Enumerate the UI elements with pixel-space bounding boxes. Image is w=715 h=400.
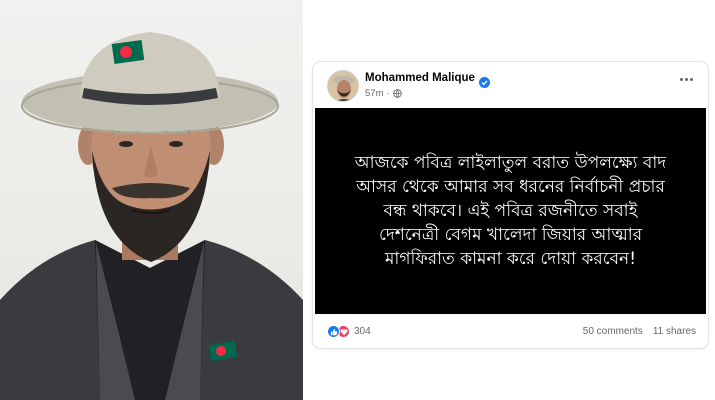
- post-text: আজকে পবিত্র লাইলাতুল বরাত উপলক্ষ্যে বাদ …: [341, 151, 681, 271]
- post-time[interactable]: 57m: [365, 88, 383, 99]
- post-text-card: আজকে পবিত্র লাইলাতুল বরাত উপলক্ষ্যে বাদ …: [315, 108, 706, 314]
- comments-count-link[interactable]: 50 comments: [583, 326, 643, 337]
- post-text-line: আসর থেকে আমার সব ধরনের নির্বাচনী প্রচার: [356, 177, 665, 197]
- author-name[interactable]: Mohammed Malique: [365, 72, 475, 84]
- more-options-icon[interactable]: [676, 72, 696, 86]
- post-header: Mohammed Malique 57m ·: [313, 62, 708, 108]
- post-footer: 304 50 comments 11 shares: [313, 314, 708, 348]
- post-text-line: আজকে পবিত্র লাইলাতুল বরাত উপলক্ষ্যে বাদ: [354, 153, 667, 173]
- facebook-post: Mohammed Malique 57m · আজকে পবিত্র লাইলা…: [313, 62, 708, 348]
- avatar-image: [328, 71, 358, 101]
- reaction-count: 304: [354, 326, 371, 337]
- post-text-line: বন্ধ থাকবে। এই পবিত্র রজনীতে সবাই: [383, 201, 638, 221]
- like-reaction-icon: [327, 325, 340, 338]
- portrait-illustration: [0, 32, 303, 400]
- post-stats: 50 comments 11 shares: [583, 326, 696, 337]
- globe-icon: [392, 89, 402, 98]
- meta-separator: ·: [386, 88, 390, 99]
- shares-count-link[interactable]: 11 shares: [653, 326, 696, 337]
- verified-icon: [478, 73, 490, 88]
- profile-photo: [0, 0, 303, 400]
- author-avatar[interactable]: [327, 70, 359, 102]
- post-meta: 57m ·: [365, 88, 402, 99]
- author-line: Mohammed Malique: [365, 72, 490, 88]
- reactions-summary[interactable]: 304: [327, 325, 371, 338]
- post-text-line: মাগফিরাত কামনা করে দোয়া করবেন!: [384, 249, 637, 269]
- post-text-line: দেশনেত্রী বেগম খালেদা জিয়ার আত্মার: [378, 225, 643, 245]
